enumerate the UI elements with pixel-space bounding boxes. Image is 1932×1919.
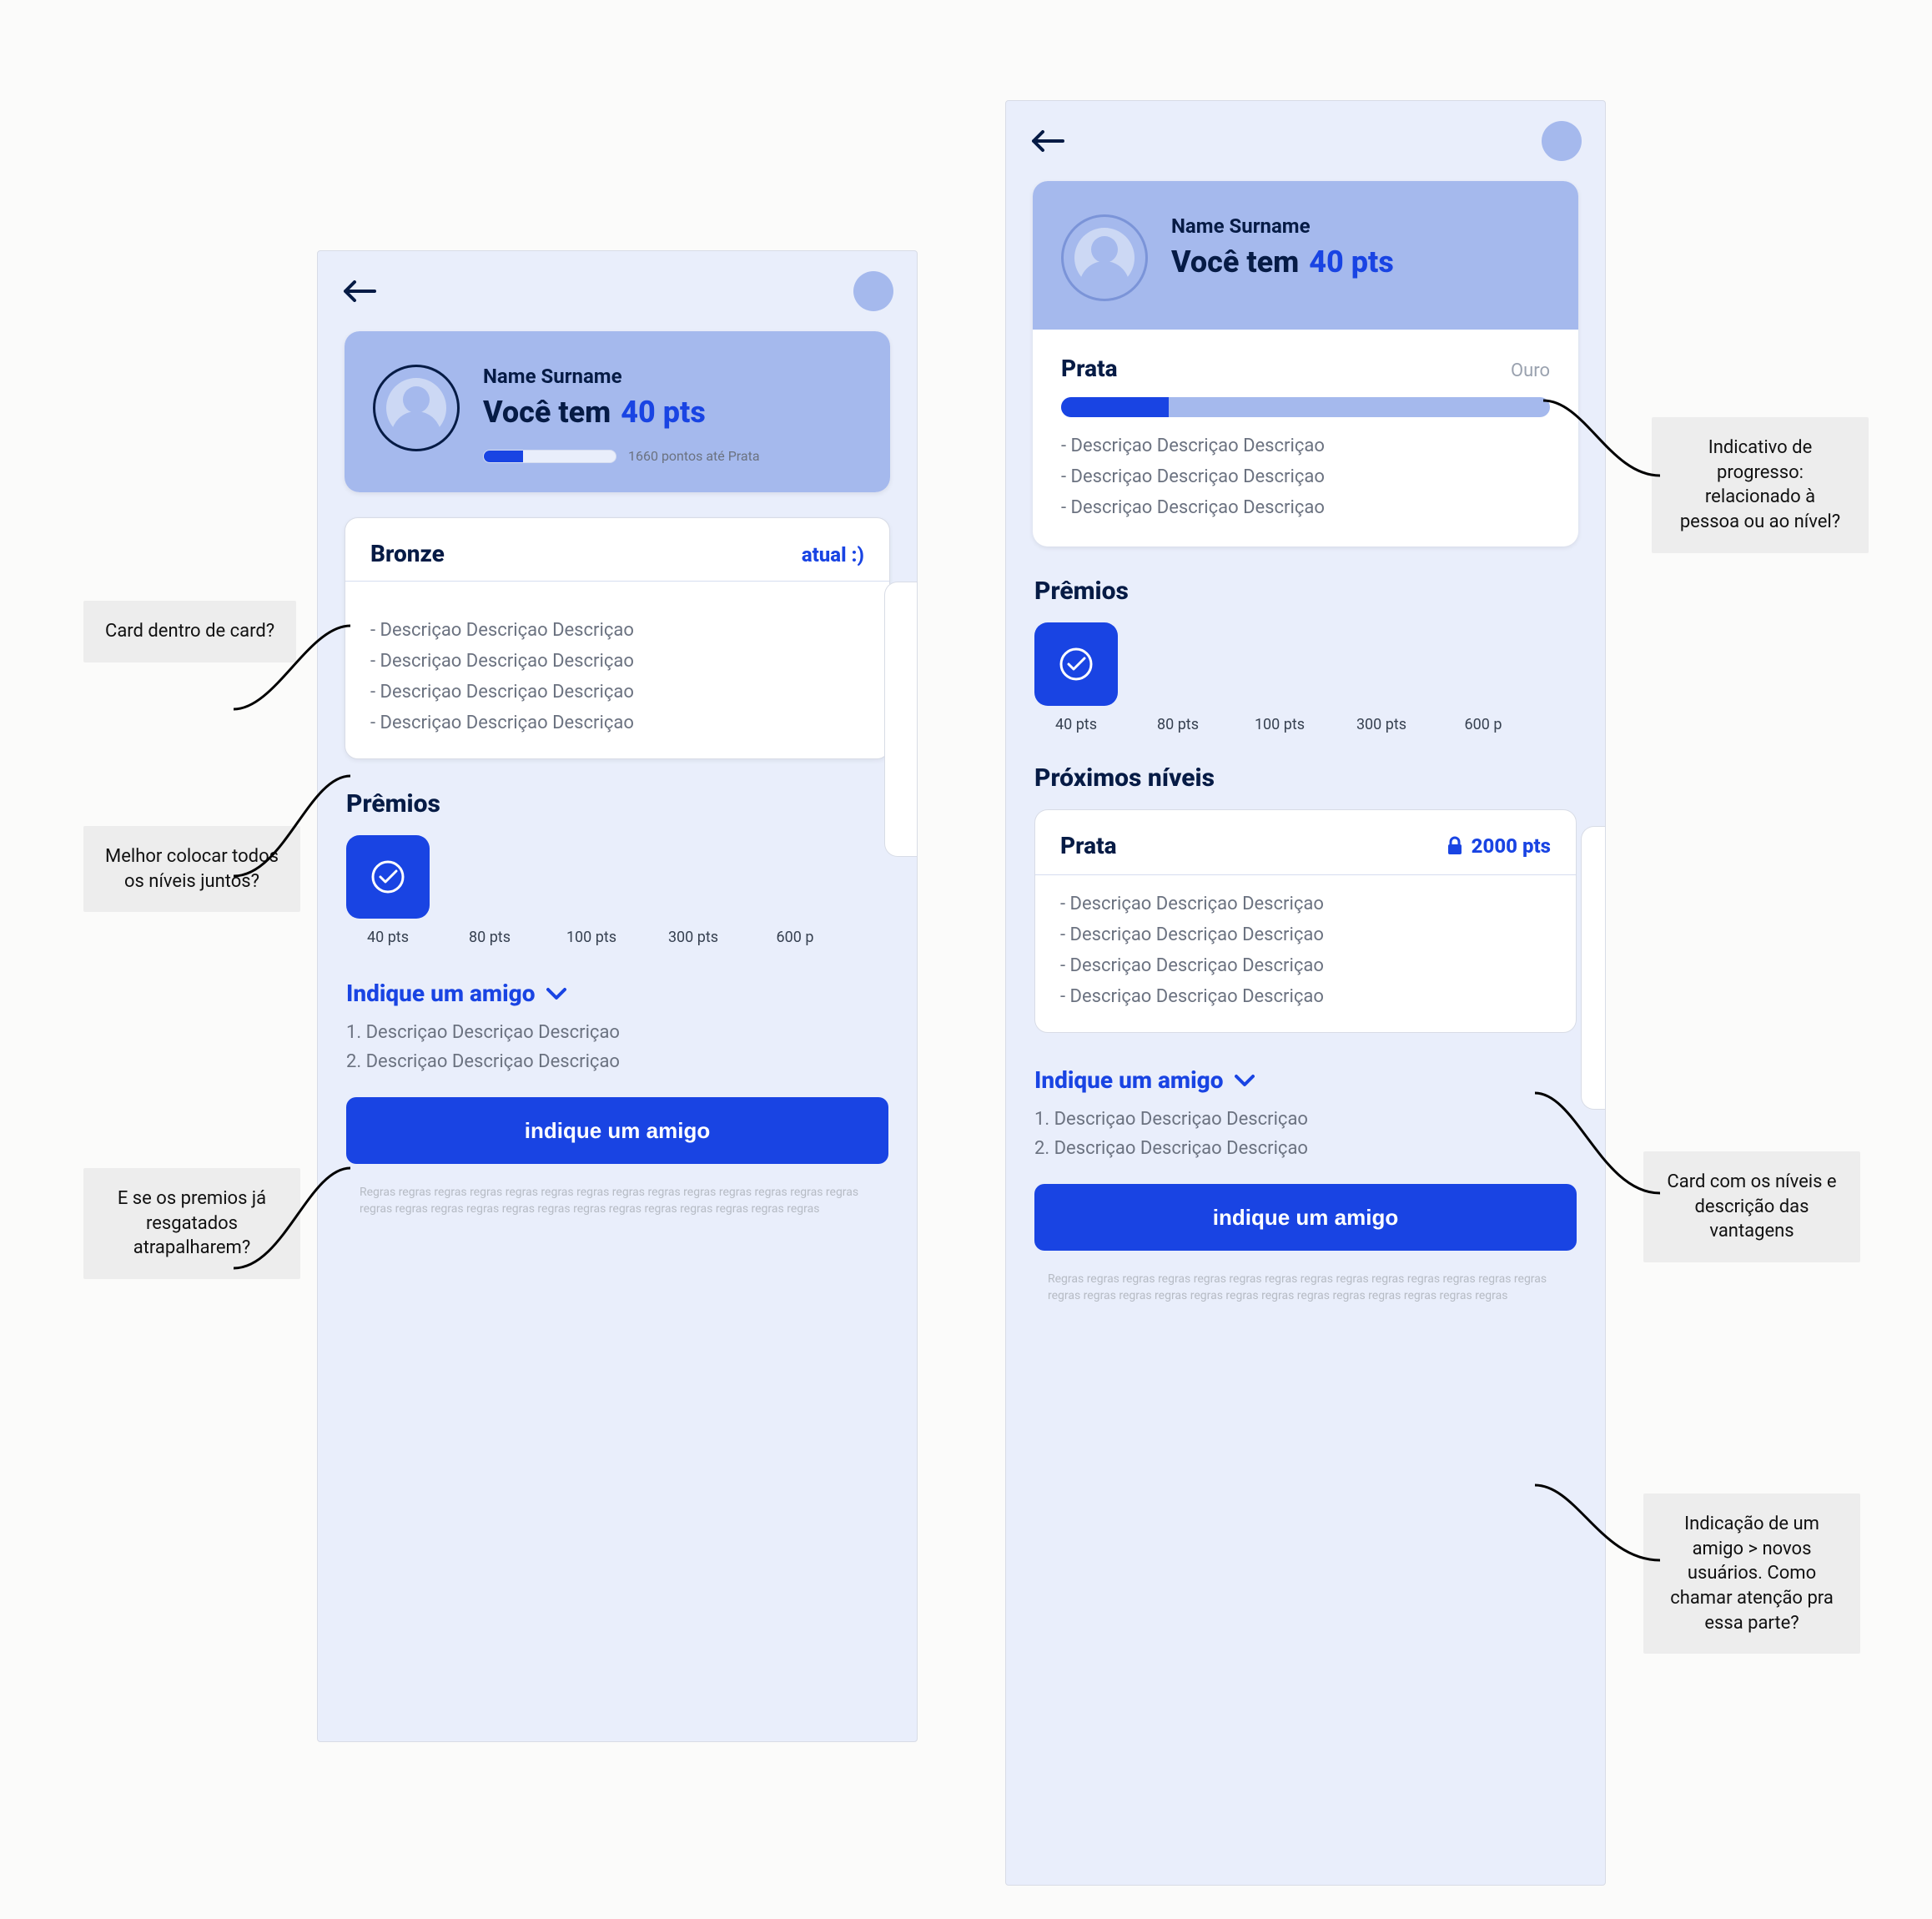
lock-icon (1446, 836, 1463, 856)
invite-cta-button[interactable]: indique um amigo (1034, 1184, 1577, 1251)
hero-card: Name Surname Você tem 40 pts 1660 pontos… (345, 331, 890, 492)
avatar-large (1061, 214, 1148, 301)
appbar (1006, 101, 1605, 181)
check-circle-icon (1056, 644, 1096, 684)
next-card-peek[interactable] (884, 582, 918, 857)
level-desc-list: - Descriçao Descriçao Descriçao - Descri… (370, 620, 864, 733)
list-item: - Descriçao Descriçao Descriçao (370, 713, 864, 733)
avatar[interactable] (853, 271, 893, 311)
wireframe-variant-b: Name Surname Você tem 40 pts Prata Ouro … (1005, 100, 1606, 1886)
avatar-large (373, 365, 460, 451)
level-desc-list: - Descriçao Descriçao Descriçao - Descri… (1060, 894, 1551, 1007)
level-title: Bronze (370, 540, 445, 567)
list-item: - Descriçao Descriçao Descriçao (1061, 466, 1550, 487)
invite-collapse[interactable]: Indique um amigo (1034, 1066, 1577, 1094)
level-desc-list: - Descriçao Descriçao Descriçao - Descri… (1061, 436, 1550, 518)
check-circle-icon (368, 857, 408, 897)
hero: Name Surname Você tem 40 pts 1660 pontos… (345, 331, 890, 492)
prize-tile[interactable]: 300 pts (1340, 622, 1423, 733)
list-item: 2. Descriçao Descriçao Descriçao (346, 1051, 888, 1072)
prize-tile[interactable]: 80 pts (448, 835, 531, 946)
next-card-peek[interactable] (1581, 826, 1606, 1110)
fineprint: Regras regras regras regras regras regra… (360, 1184, 875, 1218)
invite-cta-button[interactable]: indique um amigo (346, 1097, 888, 1164)
current-badge: atual :) (802, 543, 864, 567)
prizes-row[interactable]: 40 pts 80 pts 100 pts 300 pts 600 p (1034, 622, 1577, 733)
current-level-subcard[interactable]: Bronze atual :) - Descriçao Descriçao De… (345, 517, 890, 759)
wireframe-variant-a: Name Surname Você tem 40 pts 1660 pontos… (317, 250, 918, 1742)
arrow-left-icon (343, 280, 376, 302)
hero-card: Name Surname Você tem 40 pts Prata Ouro … (1033, 181, 1578, 546)
prize-tile[interactable]: 300 pts (652, 835, 735, 946)
prize-tile[interactable]: 40 pts (1034, 622, 1118, 733)
list-item: - Descriçao Descriçao Descriçao (1060, 924, 1551, 945)
list-item: - Descriçao Descriçao Descriçao (1061, 497, 1550, 518)
prize-tile[interactable]: 100 pts (550, 835, 633, 946)
prize-tile[interactable]: 40 pts (346, 835, 430, 946)
level-progress-labels: Prata Ouro (1061, 355, 1550, 382)
back-button[interactable] (341, 278, 378, 305)
invite-steps: 1. Descriçao Descriçao Descriçao 2. Desc… (1034, 1109, 1577, 1159)
appbar (318, 251, 917, 331)
fineprint: Regras regras regras regras regras regra… (1048, 1271, 1563, 1305)
next-level-card[interactable]: Prata 2000 pts - Descriçao Descriçao Des… (1034, 809, 1577, 1033)
annotation-note: Melhor colocar todos os níveis juntos? (83, 826, 300, 912)
prizes-title: Prêmios (346, 789, 888, 818)
annotation-note: Card dentro de card? (83, 601, 296, 662)
arrow-left-icon (1031, 130, 1064, 152)
prize-tile[interactable]: 100 pts (1238, 622, 1321, 733)
annotation-note: Indicativo de progresso: relacionado à p… (1652, 417, 1869, 553)
chevron-down-icon (1235, 1074, 1255, 1087)
prize-tile[interactable]: 600 p (1441, 622, 1525, 733)
list-item: 2. Descriçao Descriçao Descriçao (1034, 1138, 1577, 1159)
level-progress-bar (1061, 397, 1550, 417)
list-item: - Descriçao Descriçao Descriçao (370, 651, 864, 672)
prize-tile[interactable]: 80 pts (1136, 622, 1220, 733)
list-item: - Descriçao Descriçao Descriçao (370, 620, 864, 641)
invite-steps: 1. Descriçao Descriçao Descriçao 2. Desc… (346, 1022, 888, 1072)
back-button[interactable] (1029, 128, 1066, 154)
points-line: Você tem 40 pts (1171, 244, 1394, 280)
prize-tile[interactable]: 600 p (753, 835, 837, 946)
list-item: 1. Descriçao Descriçao Descriçao (346, 1022, 888, 1043)
avatar[interactable] (1542, 121, 1582, 161)
list-item: 1. Descriçao Descriçao Descriçao (1034, 1109, 1577, 1130)
next-levels-title: Próximos níveis (1034, 763, 1577, 793)
user-name: Name Surname (483, 365, 760, 388)
hero: Name Surname Você tem 40 pts (1033, 181, 1578, 330)
annotation-note: E se os premios já resgatados atrapalhar… (83, 1168, 300, 1279)
list-item: - Descriçao Descriçao Descriçao (1060, 894, 1551, 914)
list-item: - Descriçao Descriçao Descriçao (1061, 436, 1550, 456)
list-item: - Descriçao Descriçao Descriçao (1060, 986, 1551, 1007)
user-name: Name Surname (1171, 214, 1394, 238)
invite-collapse[interactable]: Indique um amigo (346, 980, 888, 1007)
chevron-down-icon (546, 987, 566, 1000)
locked-points: 2000 pts (1446, 834, 1551, 858)
prizes-row[interactable]: 40 pts 80 pts 100 pts 300 pts 600 p (346, 835, 888, 946)
list-item: - Descriçao Descriçao Descriçao (370, 682, 864, 703)
prizes-title: Prêmios (1034, 577, 1577, 606)
list-item: - Descriçao Descriçao Descriçao (1060, 955, 1551, 976)
points-line: Você tem 40 pts (483, 395, 760, 430)
annotation-note: Indicação de um amigo > novos usuários. … (1643, 1493, 1860, 1654)
mini-progress: 1660 pontos até Prata (483, 448, 760, 464)
annotation-note: Card com os níveis e descrição das vanta… (1643, 1151, 1860, 1262)
